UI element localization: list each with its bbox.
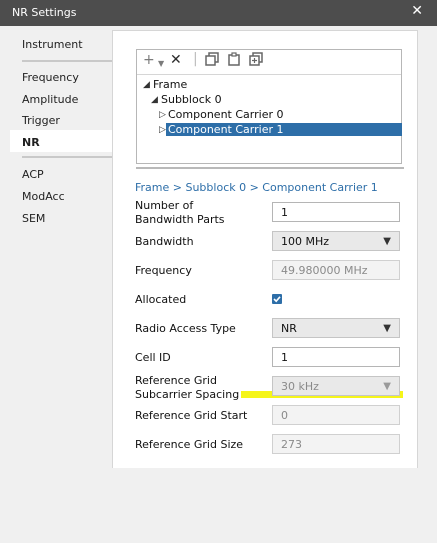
- nav-separator: [22, 60, 118, 62]
- chevron-down-icon: ▼: [383, 323, 391, 334]
- label-radio-access-type: Radio Access Type: [135, 322, 236, 335]
- radio-access-type-select[interactable]: NR ▼: [272, 318, 400, 338]
- nav-item-acp[interactable]: ACP: [22, 168, 44, 181]
- breadcrumb: Frame > Subblock 0 > Component Carrier 1: [135, 181, 378, 194]
- frequency-field: 49.980000 MHz: [272, 260, 400, 280]
- paste-icon[interactable]: [227, 52, 241, 70]
- label-number-of-bandwidth-parts: Number of Bandwidth Parts: [135, 199, 225, 226]
- reference-grid-size-field: 273: [272, 434, 400, 454]
- plus-icon[interactable]: +: [143, 52, 155, 68]
- reference-grid-start-field: 0: [272, 405, 400, 425]
- tree-node-frame[interactable]: Frame: [153, 78, 187, 91]
- title-bar: NR Settings ✕: [0, 0, 437, 26]
- nav-item-modacc[interactable]: ModAcc: [22, 190, 65, 203]
- chevron-down-icon[interactable]: ▼: [158, 59, 164, 68]
- label-reference-grid-size: Reference Grid Size: [135, 438, 244, 451]
- label-frequency: Frequency: [135, 264, 192, 277]
- divider: |: [193, 51, 198, 67]
- x-icon[interactable]: ✕: [170, 52, 182, 68]
- expanded-arrow-icon[interactable]: ◢: [151, 95, 158, 105]
- cell-id-input[interactable]: 1: [272, 347, 400, 367]
- panel-divider: [136, 167, 404, 169]
- nav-item-amplitude[interactable]: Amplitude: [22, 93, 78, 106]
- reference-grid-subcarrier-spacing-select: 30 kHz ▼: [272, 376, 400, 396]
- tree-node-component-carrier-1[interactable]: Component Carrier 1: [166, 123, 402, 136]
- tree-node-subblock-0[interactable]: Subblock 0: [161, 93, 222, 106]
- copy-icon[interactable]: [205, 52, 219, 70]
- chevron-down-icon: ▼: [383, 381, 391, 392]
- duplicate-icon[interactable]: [249, 52, 263, 70]
- expanded-arrow-icon[interactable]: ◢: [143, 80, 150, 90]
- nav-separator: [22, 156, 118, 158]
- nav-item-sem[interactable]: SEM: [22, 212, 45, 225]
- tree-toolbar: + ▼ ✕ |: [137, 50, 401, 75]
- reference-grid-subcarrier-spacing-value: 30 kHz: [281, 380, 319, 393]
- nav-item-frequency[interactable]: Frequency: [22, 71, 79, 84]
- chevron-down-icon: ▼: [383, 236, 391, 247]
- allocated-checkbox[interactable]: [272, 294, 282, 304]
- tree-node-component-carrier-0[interactable]: Component Carrier 0: [168, 108, 283, 121]
- nav-item-nr[interactable]: NR: [22, 136, 40, 149]
- bandwidth-select[interactable]: 100 MHz ▼: [272, 231, 400, 251]
- collapsed-arrow-icon[interactable]: ▷: [159, 110, 166, 120]
- nav-item-trigger[interactable]: Trigger: [22, 114, 60, 127]
- close-icon[interactable]: ✕: [411, 3, 423, 19]
- check-icon: [273, 296, 281, 303]
- window-title: NR Settings: [12, 6, 77, 19]
- carrier-tree: + ▼ ✕ | ◢ Frame ◢ Subblock 0 ▷ Component…: [136, 49, 402, 164]
- label-allocated: Allocated: [135, 293, 187, 306]
- bandwidth-value: 100 MHz: [281, 235, 330, 248]
- label-reference-grid-start: Reference Grid Start: [135, 409, 248, 422]
- nr-settings-window: NR Settings ✕ Instrument Frequency Ampli…: [0, 0, 437, 543]
- collapsed-arrow-icon[interactable]: ▷: [159, 125, 166, 135]
- window-footer: [0, 468, 437, 543]
- label-reference-grid-subcarrier-spacing: Reference Grid Subcarrier Spacing: [135, 374, 240, 401]
- radio-access-type-value: NR: [281, 322, 297, 335]
- label-cell-id: Cell ID: [135, 351, 171, 364]
- settings-panel: + ▼ ✕ | ◢ Frame ◢ Subblock 0 ▷ Component…: [112, 30, 418, 470]
- nav-item-instrument[interactable]: Instrument: [22, 38, 83, 51]
- label-bandwidth: Bandwidth: [135, 235, 194, 248]
- number-of-bandwidth-parts-input[interactable]: 1: [272, 202, 400, 222]
